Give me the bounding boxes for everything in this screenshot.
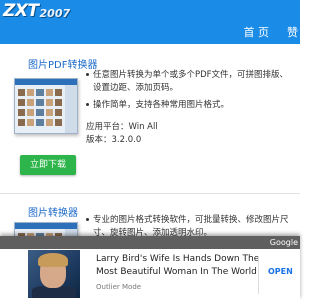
nav-item-home[interactable]: 首 页 [236,25,279,41]
ad-open-button[interactable]: OPEN [268,267,293,276]
download-button[interactable]: 立即下载 [20,155,76,175]
product-description: 任意图片转换为单个或多个PDF文件，可拼图排版、设置边距、添加页码。 操作简单，… [86,69,292,147]
ad-source: Outlier Mode [96,283,142,291]
ad-provider-label: Google [269,238,298,247]
platform-info: 应用平台：Win All [86,121,158,132]
feature-bullet: 操作简单，支持各种常用图片格式。 [86,99,292,112]
logo-text: ZXT [3,1,39,21]
product-card: 图片转换器 专业的图片格式转换软件，可批量转换、修改图片尺寸、旋转图片、添加透明… [0,194,300,244]
ad-headline[interactable]: Larry Bird's Wife Is Hands Down The Most… [96,253,262,279]
top-nav: 首 页 赞 [236,25,301,41]
ad-header-bar: Google [0,236,300,249]
feature-bullet: 任意图片转换为单个或多个PDF文件，可拼图排版、设置边距、添加页码。 [86,69,292,94]
ad-thumbnail[interactable] [28,250,80,298]
version-info: 版本：3.2.0.0 [86,134,142,145]
site-header: ZXT 2007 首 页 赞 [0,0,300,44]
product-card: 图片PDF转换器 立即下载 任意图片转换为单个或多个PDF文件，可拼图排版、设置… [0,44,300,194]
site-logo[interactable]: ZXT 2007 [3,0,70,20]
product-title[interactable]: 图片转换器 [28,204,78,219]
ad-divider [258,256,259,294]
nav-item-sponsor[interactable]: 赞 [278,25,300,41]
ad-banner[interactable]: Google Larry Bird's Wife Is Hands Down T… [0,236,300,300]
logo-year: 2007 [39,7,71,20]
product-screenshot[interactable] [14,78,78,134]
